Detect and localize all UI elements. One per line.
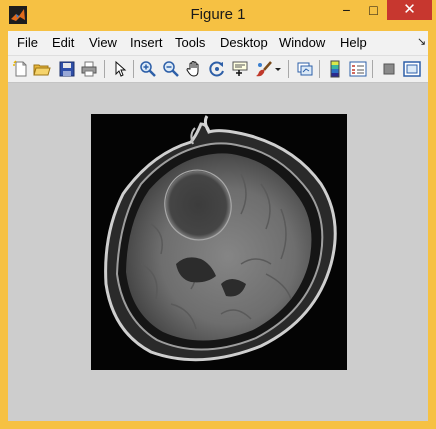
brush-icon[interactable] <box>255 60 273 78</box>
menu-help[interactable]: Help <box>340 35 367 50</box>
menu-view[interactable]: View <box>89 35 117 50</box>
figure-window: Figure 1 − □ ✕ File Edit View Insert Too… <box>0 0 436 429</box>
toolbar-separator <box>133 60 134 78</box>
menu-insert[interactable]: Insert <box>130 35 163 50</box>
link-plot-icon[interactable] <box>296 60 314 78</box>
figure-canvas[interactable] <box>8 83 428 421</box>
save-figure-icon[interactable] <box>58 60 76 78</box>
zoom-out-icon[interactable] <box>162 60 180 78</box>
menu-bar: File Edit View Insert Tools Desktop Wind… <box>8 31 428 56</box>
edit-plot-icon[interactable] <box>111 60 129 78</box>
brush-dropdown-icon[interactable] <box>274 60 282 78</box>
figure-client-area: File Edit View Insert Tools Desktop Wind… <box>8 31 428 421</box>
print-figure-icon[interactable] <box>80 60 98 78</box>
menu-expand-icon[interactable]: ↘ <box>417 35 426 48</box>
data-cursor-icon[interactable] <box>231 60 249 78</box>
insert-colorbar-icon[interactable] <box>326 60 344 78</box>
menu-edit[interactable]: Edit <box>52 35 74 50</box>
close-button[interactable]: ✕ <box>387 0 432 20</box>
menu-file[interactable]: File <box>17 35 38 50</box>
open-file-icon[interactable] <box>33 60 51 78</box>
toolbar-separator <box>372 60 373 78</box>
menu-tools[interactable]: Tools <box>175 35 205 50</box>
minimize-button[interactable]: − <box>333 0 360 20</box>
insert-legend-icon[interactable] <box>349 60 367 78</box>
maximize-button[interactable]: □ <box>360 0 387 20</box>
show-plot-tools-icon[interactable] <box>403 60 421 78</box>
figure-toolbar <box>8 56 428 83</box>
zoom-in-icon[interactable] <box>139 60 157 78</box>
toolbar-separator <box>288 60 289 78</box>
toolbar-separator <box>104 60 105 78</box>
title-bar[interactable]: Figure 1 − □ ✕ <box>0 0 436 30</box>
toolbar-separator <box>319 60 320 78</box>
new-figure-icon[interactable] <box>12 60 30 78</box>
menu-desktop[interactable]: Desktop <box>220 35 268 50</box>
pan-icon[interactable] <box>185 60 203 78</box>
mri-brain-image[interactable] <box>91 114 347 370</box>
menu-window[interactable]: Window <box>279 35 325 50</box>
rotate-3d-icon[interactable] <box>208 60 226 78</box>
matlab-logo-icon <box>9 6 27 24</box>
hide-plot-tools-icon[interactable] <box>380 60 398 78</box>
